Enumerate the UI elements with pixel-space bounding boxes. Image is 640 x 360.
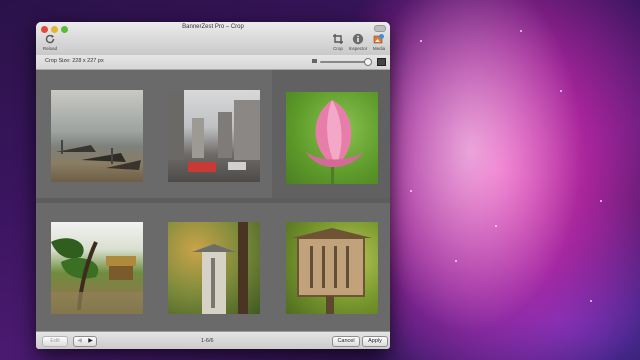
info-icon xyxy=(352,33,364,45)
bannerzest-window: BannerZest Pro – Crop Reload Crop Inspec… xyxy=(36,22,390,349)
photo-pine-garden xyxy=(51,222,143,314)
media-button[interactable]: Media xyxy=(368,33,390,51)
photo-cell-wood-sign[interactable] xyxy=(272,203,390,331)
apply-button[interactable]: Apply xyxy=(362,336,388,347)
photo-grid xyxy=(36,70,390,331)
media-icon xyxy=(373,34,384,44)
previous-arrow-icon[interactable]: ◀ xyxy=(74,337,85,346)
inspector-label: Inspector xyxy=(348,46,368,51)
photo-pink-lotus xyxy=(286,92,378,184)
reload-label: Reload xyxy=(42,46,58,51)
footer-bar: Edit ◀ ▶ 1-6/6 Cancel Apply xyxy=(36,331,390,349)
photo-cell-boats[interactable] xyxy=(36,70,154,198)
photo-cell-lotus[interactable] xyxy=(272,70,390,198)
zoom-in-icon xyxy=(377,58,386,66)
zoom-out-icon xyxy=(312,59,317,63)
photo-counter: 1-6/6 xyxy=(201,338,214,344)
crop-button[interactable]: Crop xyxy=(327,33,349,51)
next-arrow-icon[interactable]: ▶ xyxy=(85,337,96,346)
media-label: Media xyxy=(372,46,386,51)
zoom-slider-knob[interactable] xyxy=(363,58,372,66)
reload-button[interactable]: Reload xyxy=(39,33,61,51)
navigation-segment: ◀ ▶ xyxy=(73,336,97,347)
title-bar: BannerZest Pro – Crop Reload Crop Inspec… xyxy=(36,22,390,56)
crop-icon xyxy=(333,34,343,44)
photo-cell-pine[interactable] xyxy=(36,203,154,331)
photo-stone-sign xyxy=(168,222,260,314)
photo-city-street xyxy=(168,90,260,182)
photo-wooden-sign xyxy=(286,222,378,314)
toolbar-toggle-button[interactable] xyxy=(374,25,386,32)
crop-info-bar: Crop Size: 228 x 227 px xyxy=(36,55,390,70)
reload-icon xyxy=(45,34,55,44)
photo-cell-street[interactable] xyxy=(154,70,272,198)
cancel-button[interactable]: Cancel xyxy=(332,336,360,347)
window-title: BannerZest Pro – Crop xyxy=(182,24,244,30)
photo-cell-stone-sign[interactable] xyxy=(154,203,272,331)
crop-label: Crop xyxy=(333,46,343,51)
crop-size-text: Crop Size: 228 x 227 px xyxy=(45,58,104,64)
inspector-button[interactable]: Inspector xyxy=(347,33,369,51)
edit-button[interactable]: Edit xyxy=(42,336,68,347)
photo-boats-on-beach xyxy=(51,90,143,182)
